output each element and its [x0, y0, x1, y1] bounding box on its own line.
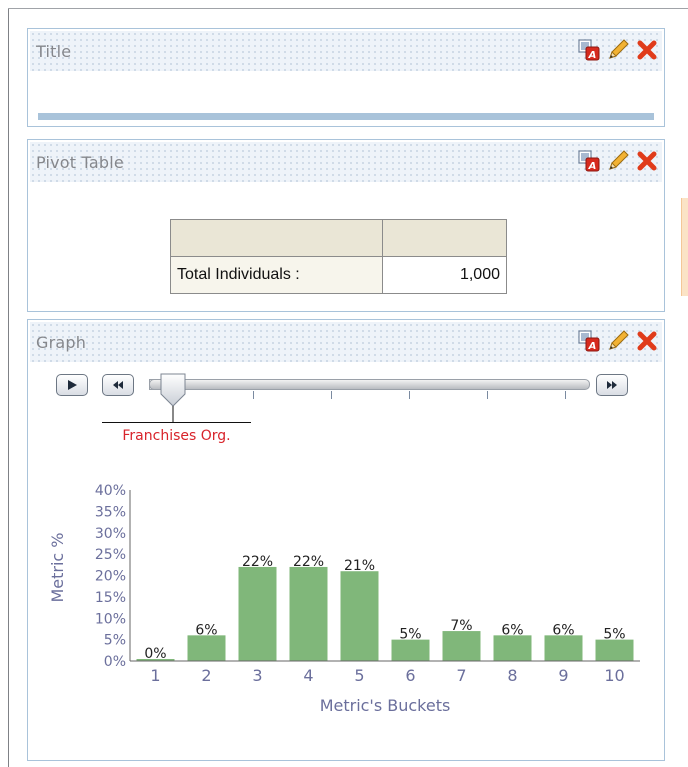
bar-data-label: 6% — [501, 622, 523, 638]
y-tick-label: 30% — [95, 526, 126, 542]
play-icon — [68, 380, 77, 390]
bar-data-label: 22% — [293, 554, 324, 570]
y-tick-label: 40% — [95, 483, 126, 499]
pivot-table: Total Individuals : 1,000 — [170, 219, 507, 294]
bar-data-label: 22% — [242, 554, 273, 570]
slider-tick — [253, 391, 254, 399]
window-top-border — [8, 8, 688, 9]
bar[interactable] — [544, 635, 583, 661]
y-tick-label: 15% — [95, 590, 126, 606]
edit-pencil-icon[interactable] — [606, 38, 630, 62]
y-tick-label: 10% — [95, 611, 126, 627]
rewind-button[interactable] — [102, 374, 134, 396]
slider-tick — [565, 391, 566, 399]
title-section-divider — [38, 113, 654, 120]
format-icon[interactable]: A — [578, 330, 600, 352]
pivot-table-actions: A — [578, 148, 658, 174]
play-button[interactable] — [56, 374, 88, 396]
svg-text:A: A — [588, 341, 597, 352]
title-section-panel: Title A — [27, 28, 665, 127]
x-axis-title: Metric's Buckets — [320, 696, 451, 715]
slider-label-underline — [102, 422, 251, 423]
bar[interactable] — [493, 635, 532, 661]
window-left-border — [8, 8, 9, 767]
title-section-title: Title — [36, 42, 72, 61]
side-collapse-tab[interactable] — [681, 198, 688, 296]
graph-header: Graph A — [30, 322, 662, 362]
pivot-table-header: Pivot Table A — [30, 142, 662, 182]
graph-panel: Graph A Franchises Org. 0% 5% 10% 15% 20… — [27, 319, 665, 761]
delete-x-icon[interactable] — [636, 39, 658, 61]
x-tick-label: 8 — [507, 666, 517, 685]
delete-x-icon[interactable] — [636, 330, 658, 352]
fast-forward-button[interactable] — [596, 374, 628, 396]
graph-title: Graph — [36, 333, 87, 352]
bar-data-label: 5% — [603, 627, 625, 643]
bar[interactable] — [340, 571, 379, 661]
edit-pencil-icon[interactable] — [606, 149, 630, 173]
x-tick-label: 1 — [150, 666, 160, 685]
bar-data-label: 5% — [399, 627, 421, 643]
svg-text:A: A — [588, 161, 597, 172]
pivot-header-row — [170, 219, 507, 257]
fast-forward-icon — [607, 381, 617, 389]
bar[interactable] — [442, 631, 481, 661]
y-tick-label: 35% — [95, 504, 126, 520]
slider-tick — [487, 391, 488, 399]
y-tick-label: 25% — [95, 547, 126, 563]
bar-data-label: 6% — [195, 622, 217, 638]
bar[interactable] — [187, 635, 226, 661]
x-tick-label: 6 — [405, 666, 415, 685]
pivot-table-title: Pivot Table — [36, 153, 124, 172]
x-tick-label: 7 — [456, 666, 466, 685]
y-tick-label: 5% — [104, 633, 126, 649]
svg-text:A: A — [588, 50, 597, 61]
slider-track[interactable] — [149, 379, 590, 390]
bar[interactable] — [289, 566, 328, 661]
slider-tick — [409, 391, 410, 399]
slider-tick — [331, 391, 332, 399]
x-tick-label: 9 — [558, 666, 568, 685]
format-icon[interactable]: A — [578, 39, 600, 61]
bar-data-label: 7% — [450, 618, 472, 634]
x-tick-label: 10 — [604, 666, 624, 685]
pivot-header-cell — [170, 219, 383, 257]
x-tick-label: 4 — [303, 666, 313, 685]
y-tick-label: 20% — [95, 569, 126, 585]
pivot-data-row: Total Individuals : 1,000 — [170, 256, 507, 294]
x-tick-label: 5 — [354, 666, 364, 685]
slider-selected-label: Franchises Org. — [122, 428, 231, 444]
slider-thumb[interactable] — [158, 372, 188, 424]
bar[interactable] — [238, 566, 277, 661]
title-section-actions: A — [578, 37, 658, 63]
bar-data-label: 0% — [144, 646, 166, 662]
bar-chart: 0%5%10%15%20%25%30%35%40% 0%6%22% 22% 21%5… — [48, 483, 640, 715]
delete-x-icon[interactable] — [636, 150, 658, 172]
pivot-table-panel: Pivot Table A Total Individuals : 1,000 — [27, 139, 665, 312]
format-icon[interactable]: A — [578, 150, 600, 172]
title-section-header: Title A — [30, 31, 662, 71]
graph-actions: A — [578, 328, 658, 354]
y-tick-label: 0% — [104, 654, 126, 670]
edit-pencil-icon[interactable] — [606, 329, 630, 353]
x-tick-label: 3 — [252, 666, 262, 685]
rewind-icon — [113, 381, 123, 389]
bar-data-label: 21% — [344, 558, 375, 574]
pivot-row-value: 1,000 — [382, 256, 507, 294]
x-tick-label: 2 — [201, 666, 211, 685]
pivot-header-cell — [382, 219, 507, 257]
y-axis-title: Metric % — [48, 532, 67, 602]
bar-data-label: 6% — [552, 622, 574, 638]
pivot-row-label: Total Individuals : — [170, 256, 383, 294]
bar[interactable] — [391, 639, 430, 661]
bar[interactable] — [595, 639, 634, 661]
